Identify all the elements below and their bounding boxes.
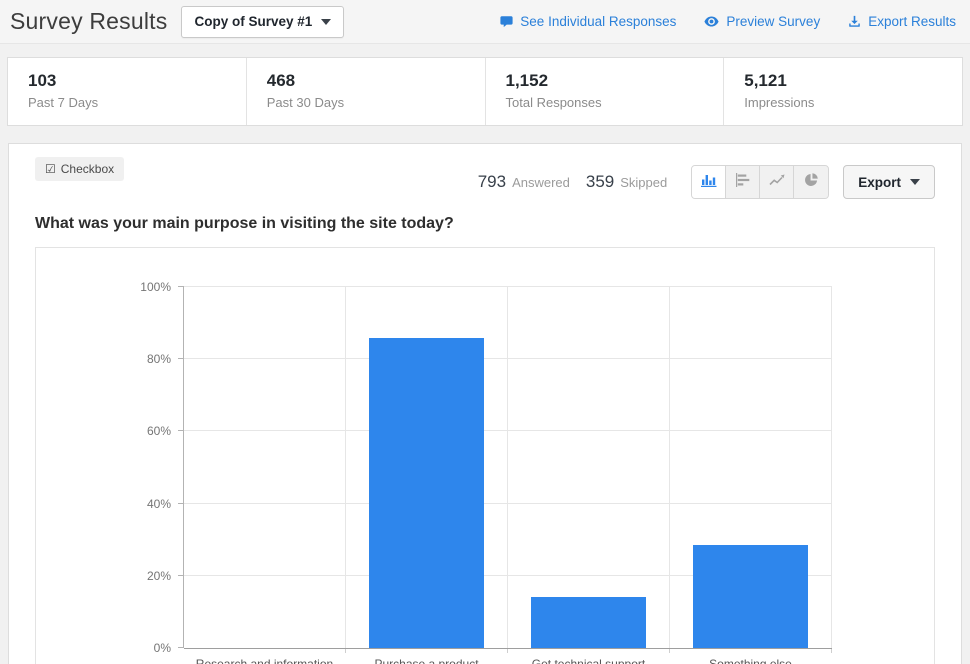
top-bar: Survey Results Copy of Survey #1 See Ind…: [0, 0, 970, 44]
checked-checkbox-icon: ☑: [45, 162, 56, 176]
horizontal-bar-chart-button[interactable]: [726, 166, 760, 198]
results-chart: 0% 20% 40% 60% 80% 100% Research and informati…: [35, 247, 935, 664]
y-tick-label: 0%: [154, 641, 171, 655]
stat-value: 103: [28, 71, 226, 91]
line-chart-button[interactable]: [760, 166, 794, 198]
chart-columns: Research and informationPurchase a produ…: [184, 287, 832, 648]
page-title: Survey Results: [10, 8, 167, 35]
bar: [369, 338, 485, 648]
link-label: Preview Survey: [726, 14, 820, 29]
chart-column: Get technical support: [508, 287, 670, 648]
stat-impressions: 5,121 Impressions: [724, 58, 962, 125]
link-see-individual-responses[interactable]: See Individual Responses: [500, 14, 676, 29]
x-axis-line: [184, 648, 832, 649]
chevron-down-icon: [321, 19, 331, 25]
y-tick-label: 40%: [147, 497, 171, 511]
stat-value: 5,121: [744, 71, 942, 91]
eye-icon: [704, 16, 719, 27]
stat-past-30-days: 468 Past 30 Days: [247, 58, 486, 125]
export-button[interactable]: Export: [843, 165, 935, 199]
skipped-label: Skipped: [620, 175, 667, 190]
link-preview-survey[interactable]: Preview Survey: [704, 14, 820, 29]
chevron-down-icon: [910, 179, 920, 185]
answered-label: Answered: [512, 175, 570, 190]
export-button-label: Export: [858, 175, 901, 190]
y-tick-label: 80%: [147, 352, 171, 366]
y-tick-label: 60%: [147, 424, 171, 438]
answered-count: 793: [478, 172, 506, 192]
bar: [531, 597, 647, 648]
stat-value: 468: [267, 71, 465, 91]
pie-chart-icon: [804, 172, 819, 192]
chart-column: Purchase a product: [346, 287, 508, 648]
x-category-label: Something else: [650, 657, 851, 664]
stat-total-responses: 1,152 Total Responses: [486, 58, 725, 125]
stats-strip: 103 Past 7 Days 468 Past 30 Days 1,152 T…: [7, 57, 963, 126]
stat-label: Past 30 Days: [267, 95, 465, 110]
column-chart-icon: [701, 173, 717, 192]
survey-selector-label: Copy of Survey #1: [194, 14, 312, 29]
plot-area: 0%20%40%60%80%100%Research and informati…: [184, 287, 832, 648]
chart-type-switcher: [691, 165, 829, 199]
chart-column: Something else: [670, 287, 832, 648]
y-tick-label: 20%: [147, 569, 171, 583]
chart-column: Research and information: [184, 287, 346, 648]
link-label: See Individual Responses: [520, 14, 676, 29]
bar: [693, 545, 809, 648]
horizontal-bar-chart-icon: [735, 173, 751, 192]
stat-label: Past 7 Days: [28, 95, 226, 110]
question-card: ☑ Checkbox 793 Answered 359 Skipped: [8, 143, 962, 664]
link-label: Export Results: [868, 14, 956, 29]
download-icon: [848, 15, 861, 28]
link-export-results[interactable]: Export Results: [848, 14, 956, 29]
card-header-controls: 793 Answered 359 Skipped: [478, 165, 935, 199]
column-chart-button[interactable]: [692, 166, 726, 198]
pie-chart-button[interactable]: [794, 166, 828, 198]
comment-icon: [500, 15, 513, 28]
skipped-count: 359: [586, 172, 614, 192]
question-title: What was your main purpose in visiting t…: [35, 215, 935, 233]
survey-selector-dropdown[interactable]: Copy of Survey #1: [181, 6, 344, 38]
stat-value: 1,152: [506, 71, 704, 91]
stat-past-7-days: 103 Past 7 Days: [8, 58, 247, 125]
line-chart-icon: [769, 173, 785, 192]
y-tick-label: 100%: [140, 280, 171, 294]
top-links: See Individual Responses Preview Survey …: [500, 14, 960, 29]
question-type-label: Checkbox: [61, 162, 114, 176]
stat-label: Total Responses: [506, 95, 704, 110]
stat-label: Impressions: [744, 95, 942, 110]
question-type-badge: ☑ Checkbox: [35, 157, 124, 181]
card-header: ☑ Checkbox 793 Answered 359 Skipped: [35, 157, 935, 199]
